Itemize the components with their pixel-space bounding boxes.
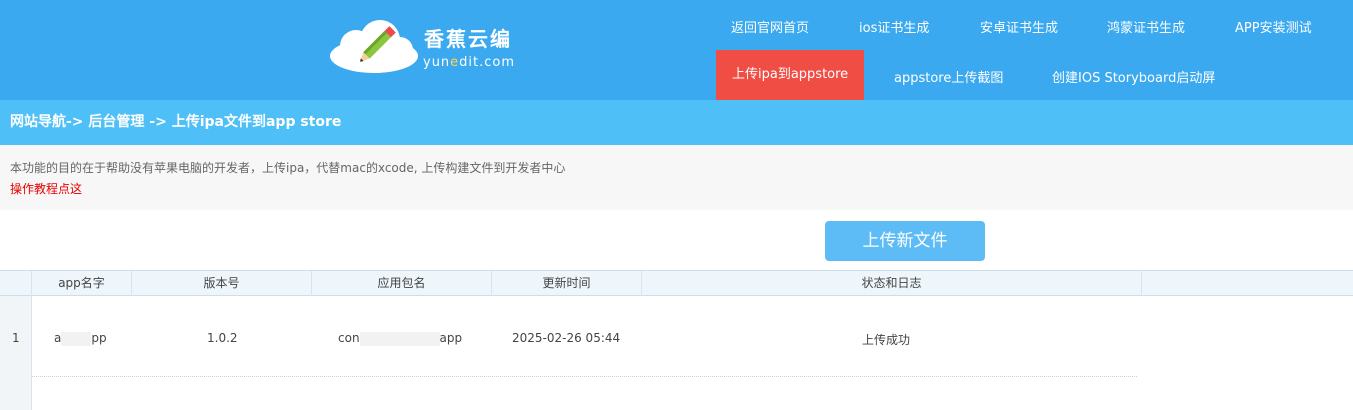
row-app-name: a pp: [54, 331, 107, 346]
row-number: 1: [12, 331, 20, 345]
header-package: 应用包名: [312, 271, 492, 296]
breadcrumb: 网站导航-> 后台管理 -> 上传ipa文件到app store: [0, 100, 1353, 145]
header-update-time: 更新时间: [492, 271, 642, 296]
row-package: con app: [338, 331, 463, 346]
nav-home[interactable]: 返回官网首页: [731, 17, 809, 36]
nav-appstore-screenshot[interactable]: appstore上传截图: [894, 67, 1003, 86]
notice-panel: 本功能的目的在于帮助没有苹果电脑的开发者，上传ipa，代替mac的xcode, …: [0, 145, 1353, 210]
row-status: 上传成功: [862, 333, 911, 347]
row-version: 1.0.2: [207, 331, 238, 345]
nav-harmony-cert[interactable]: 鸿蒙证书生成: [1107, 17, 1185, 36]
table-header: app名字 版本号 应用包名 更新时间 状态和日志: [0, 270, 1353, 296]
row-divider: [32, 376, 1137, 377]
nav-upload-ipa[interactable]: 上传ipa到appstore: [716, 50, 865, 100]
header-status-log: 状态和日志: [642, 271, 1142, 296]
nav-android-cert[interactable]: 安卓证书生成: [980, 17, 1058, 36]
header-app-name: app名字: [32, 271, 132, 296]
nav-app-install-test[interactable]: APP安装测试: [1235, 17, 1312, 36]
header-version: 版本号: [132, 271, 312, 296]
top-header: 香蕉云编 yunedit.com 返回官网首页 ios证书生成 安卓证书生成 鸿…: [0, 0, 1353, 100]
brand-name: 香蕉云编: [424, 27, 512, 51]
upload-bar: 上传新文件: [0, 210, 1353, 270]
nav-ios-cert[interactable]: ios证书生成: [859, 17, 929, 36]
cloud-pencil-icon: [330, 20, 418, 73]
header-rownum: [0, 271, 32, 296]
site-logo[interactable]: 香蕉云编 yunedit.com: [328, 18, 528, 78]
row-number-column: [0, 296, 32, 410]
row-update-time: 2025-02-26 05:44: [512, 331, 621, 345]
tutorial-link[interactable]: 操作教程点这: [10, 180, 1353, 197]
nav-storyboard[interactable]: 创建IOS Storyboard启动屏: [1052, 67, 1215, 86]
notice-text: 本功能的目的在于帮助没有苹果电脑的开发者，上传ipa，代替mac的xcode, …: [10, 161, 566, 175]
uploads-table: app名字 版本号 应用包名 更新时间 状态和日志 1 a pp 1.0.2 co…: [0, 270, 1353, 410]
upload-new-file-button[interactable]: 上传新文件: [825, 221, 985, 261]
brand-domain: yunedit.com: [423, 55, 516, 70]
